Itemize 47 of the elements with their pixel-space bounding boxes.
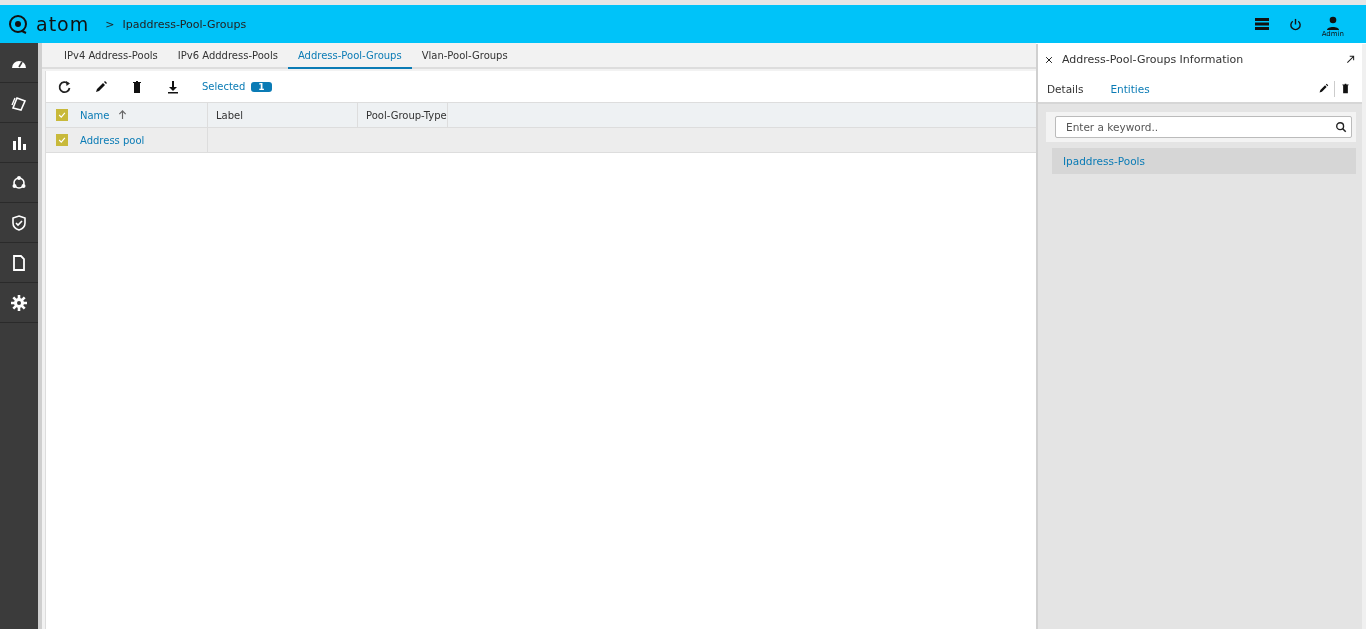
close-button[interactable] [1044,54,1054,65]
app-logo-text: atom [36,13,90,35]
document-icon[interactable] [11,254,27,271]
checkmark-icon [57,135,67,145]
diagonal-arrow-icon [1345,54,1356,65]
checkmark-icon [57,110,67,120]
tab[interactable]: IPv6 Adddress-Pools [167,43,288,69]
tab[interactable]: Address-Pool-Groups [287,43,412,69]
checkbox[interactable] [56,134,68,146]
bar-chart-icon[interactable] [11,134,27,151]
logo-icon [8,14,28,34]
close-icon [1044,54,1054,65]
shield-check-icon[interactable] [11,214,27,231]
expand-button[interactable] [1345,54,1356,65]
refresh-icon [58,79,72,94]
user-icon[interactable] [1325,16,1340,30]
tab[interactable]: Vlan-Pool-Groups [411,43,518,69]
tab[interactable]: IPv4 Address-Pools [54,43,168,69]
table-cell-link[interactable]: Address pool [80,134,145,146]
checkbox[interactable] [56,109,68,121]
selected-count: 1 [251,81,272,92]
selected-label: Selected [202,81,246,92]
column-header[interactable]: Label [216,109,243,121]
trash-icon [130,79,144,94]
download-icon [166,79,180,94]
sort-up-arrow-icon[interactable] [117,109,127,119]
cards-icon[interactable] [11,94,27,111]
trash-icon [1340,83,1351,94]
edit-button[interactable] [94,79,108,94]
power-icon[interactable] [1288,17,1302,31]
column-header[interactable]: Pool-Group-Type [366,109,447,121]
pencil-icon [94,79,108,94]
network-nodes-icon[interactable] [11,174,27,191]
delete-button[interactable] [130,79,144,94]
search-field[interactable]: Enter a keyword.. [1055,116,1352,138]
panel-tab[interactable]: Entities [1110,82,1150,95]
panel-tab[interactable]: Details [1047,82,1084,95]
panel-title: Address-Pool-Groups Information [1062,53,1244,66]
breadcrumb-separator: > [105,17,115,31]
refresh-button[interactable] [58,79,72,94]
pencil-icon [1318,83,1329,94]
server-list-icon[interactable] [1254,18,1269,30]
breadcrumb-text: Ipaddress-Pool-Groups [122,17,247,31]
column-header[interactable]: Name [80,109,127,121]
gear-icon[interactable] [11,294,27,311]
download-button[interactable] [166,79,180,94]
search-icon [1335,121,1347,133]
